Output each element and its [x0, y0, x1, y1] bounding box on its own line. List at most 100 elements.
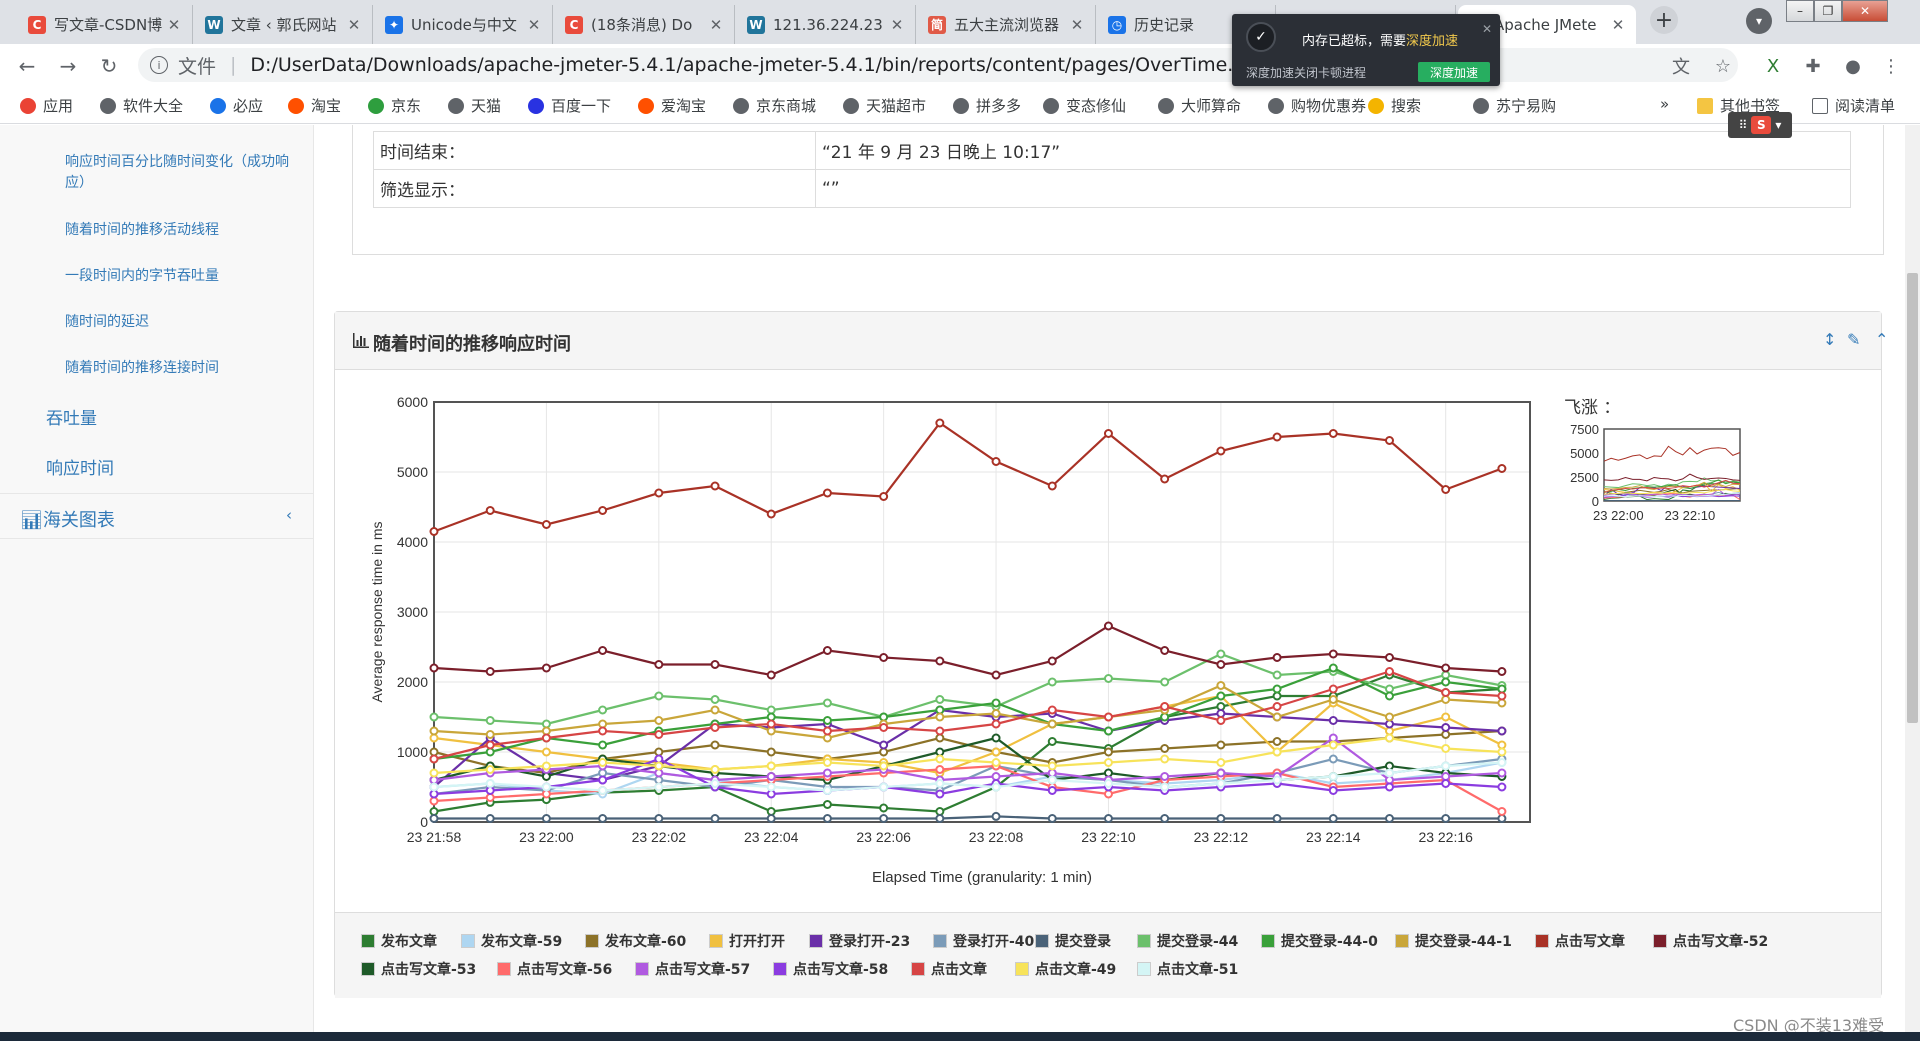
- data-point[interactable]: [1441, 688, 1451, 697]
- data-point[interactable]: [1103, 768, 1113, 778]
- bookmark-item[interactable]: 拼多多: [953, 95, 1021, 116]
- data-point[interactable]: [935, 779, 945, 788]
- data-point[interactable]: [1047, 705, 1057, 715]
- minimize-button[interactable]: –: [1786, 0, 1814, 22]
- data-point[interactable]: [1160, 782, 1170, 792]
- data-point[interactable]: [1216, 768, 1226, 778]
- data-point[interactable]: [1103, 712, 1113, 722]
- data-point[interactable]: [654, 691, 664, 701]
- data-point[interactable]: [1047, 719, 1057, 729]
- data-point[interactable]: [1103, 758, 1113, 767]
- bookmark-item[interactable]: 大师算命: [1158, 95, 1241, 116]
- data-point[interactable]: [541, 789, 551, 799]
- data-point[interactable]: [1441, 695, 1451, 704]
- bookmark-item[interactable]: 京东商城: [733, 95, 816, 116]
- data-point[interactable]: [1384, 436, 1394, 445]
- data-point[interactable]: [991, 747, 1001, 757]
- data-point[interactable]: [822, 488, 832, 498]
- data-point[interactable]: [485, 506, 495, 515]
- data-point[interactable]: [879, 723, 889, 732]
- data-point[interactable]: [766, 712, 776, 722]
- data-point[interactable]: [1216, 691, 1226, 701]
- data-point[interactable]: [766, 726, 776, 736]
- data-point[interactable]: [541, 814, 551, 823]
- data-point[interactable]: [1047, 768, 1057, 778]
- data-point[interactable]: [766, 772, 776, 781]
- data-point[interactable]: [1384, 726, 1394, 736]
- data-point[interactable]: [1103, 674, 1113, 683]
- data-point[interactable]: [485, 667, 495, 676]
- data-point[interactable]: [935, 656, 945, 666]
- data-point[interactable]: [654, 488, 664, 498]
- scroll-thumb[interactable]: [1907, 273, 1918, 723]
- data-point[interactable]: [935, 765, 945, 774]
- data-point[interactable]: [1160, 646, 1170, 655]
- data-point[interactable]: [766, 670, 776, 680]
- page-scrollbar[interactable]: [1905, 125, 1920, 1041]
- data-point[interactable]: [485, 747, 495, 757]
- data-point[interactable]: [1497, 698, 1507, 708]
- tab-close-icon[interactable]: ✕: [1069, 16, 1085, 34]
- data-point[interactable]: [1384, 761, 1394, 771]
- bookmark-item[interactable]: 软件大全: [100, 95, 183, 116]
- data-point[interactable]: [1497, 691, 1507, 701]
- data-point[interactable]: [1103, 621, 1113, 631]
- data-point[interactable]: [429, 789, 439, 799]
- data-point[interactable]: [991, 670, 1001, 680]
- data-point[interactable]: [1272, 670, 1282, 680]
- bookmark-item[interactable]: 爱淘宝: [638, 95, 706, 116]
- data-point[interactable]: [1216, 779, 1226, 788]
- data-point[interactable]: [1328, 772, 1338, 781]
- data-point[interactable]: [598, 775, 608, 785]
- data-point[interactable]: [1047, 481, 1057, 491]
- data-point[interactable]: [1328, 429, 1338, 438]
- data-point[interactable]: [935, 705, 945, 715]
- data-point[interactable]: [1216, 709, 1226, 718]
- close-icon[interactable]: ✕: [1482, 22, 1492, 36]
- data-point[interactable]: [1047, 656, 1057, 666]
- data-point[interactable]: [429, 775, 439, 785]
- data-point[interactable]: [485, 716, 495, 725]
- data-point[interactable]: [1216, 446, 1226, 456]
- data-point[interactable]: [1384, 684, 1394, 694]
- data-point[interactable]: [1328, 649, 1338, 659]
- bookmark-item[interactable]: 应用: [20, 95, 73, 116]
- bookmark-item[interactable]: 天猫超市: [843, 95, 926, 116]
- data-point[interactable]: [935, 418, 945, 428]
- forward-icon[interactable]: →: [55, 53, 81, 79]
- data-point[interactable]: [598, 758, 608, 767]
- data-point[interactable]: [710, 705, 720, 715]
- data-point[interactable]: [598, 719, 608, 729]
- data-point[interactable]: [1103, 779, 1113, 788]
- data-point[interactable]: [710, 814, 720, 823]
- data-point[interactable]: [935, 726, 945, 736]
- data-point[interactable]: [822, 698, 832, 708]
- data-point[interactable]: [822, 758, 832, 767]
- data-point[interactable]: [1441, 814, 1451, 823]
- data-point[interactable]: [541, 663, 551, 673]
- data-point[interactable]: [1103, 726, 1113, 736]
- bookmark-item[interactable]: 淘宝: [288, 95, 341, 116]
- bookmark-item[interactable]: 搜索: [1368, 95, 1421, 116]
- data-point[interactable]: [654, 747, 664, 757]
- data-point[interactable]: [541, 726, 551, 736]
- data-point[interactable]: [822, 716, 832, 725]
- data-point[interactable]: [710, 723, 720, 732]
- data-point[interactable]: [541, 719, 551, 729]
- data-point[interactable]: [766, 705, 776, 715]
- data-point[interactable]: [935, 733, 945, 743]
- data-point[interactable]: [935, 807, 945, 816]
- data-point[interactable]: [935, 754, 945, 764]
- data-point[interactable]: [1384, 733, 1394, 743]
- data-point[interactable]: [1441, 761, 1451, 771]
- data-point[interactable]: [1441, 663, 1451, 673]
- bookmark-item[interactable]: 京东: [368, 95, 421, 116]
- data-point[interactable]: [429, 754, 439, 764]
- data-point[interactable]: [822, 786, 832, 795]
- data-point[interactable]: [1160, 702, 1170, 711]
- bookmark-item[interactable]: 天猫: [448, 95, 501, 116]
- data-point[interactable]: [1103, 747, 1113, 757]
- data-point[interactable]: [598, 705, 608, 715]
- sogou-ime-toolbar[interactable]: ⠿ S ▾: [1728, 112, 1792, 138]
- data-point[interactable]: [1272, 702, 1282, 711]
